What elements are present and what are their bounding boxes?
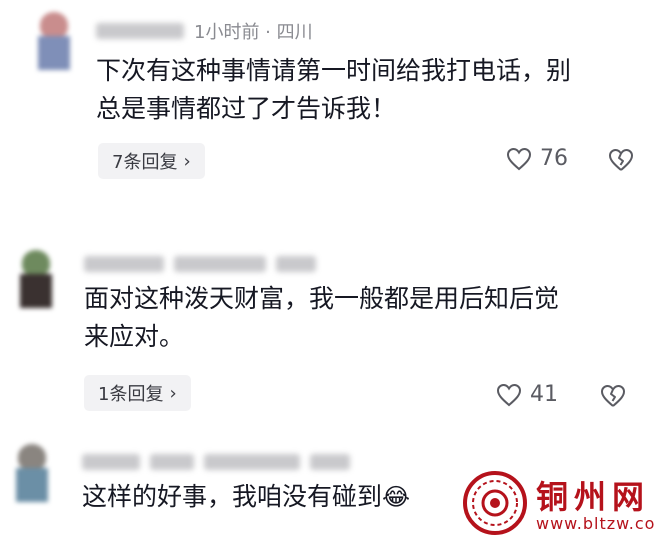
comment-text-line: 总是事情都过了才告诉我！ [96,94,397,123]
watermark-name: 铜州网 [536,478,651,516]
broken-heart-icon [601,385,625,407]
avatar[interactable] [16,250,60,310]
comment-time-location: 1小时前 · 四川 [194,22,313,43]
like-count: 41 [530,382,558,407]
dislike-button[interactable] [600,384,626,412]
username-blurred[interactable] [84,256,164,272]
comment-meta [82,448,360,476]
comment-text: 下次有这种事情请第一时间给我打电话，别 总是事情都过了才告诉我！ [96,52,571,128]
meta-blurred [204,454,300,470]
meta-blurred [174,256,266,272]
view-replies-label: 7条回复 [112,152,178,173]
broken-heart-icon [609,149,633,171]
meta-blurred [150,454,194,470]
comment-text: 面对这种泼天财富，我一般都是用后知后觉 来应对。 [84,280,559,356]
heart-icon [496,383,522,406]
comment-text-line: 来应对。 [84,322,185,351]
chevron-right-icon: › [169,382,177,404]
dislike-button[interactable] [608,148,634,176]
comment-meta: 1小时前 · 四川 [96,17,313,45]
username-blurred[interactable] [82,454,140,470]
comment-text-line: 这样的好事，我咱没有碰到 [82,482,383,511]
emblem-icon [463,471,527,535]
like-button[interactable]: 76 [506,146,568,171]
view-replies-button[interactable]: 7条回复 › [98,143,205,179]
heart-icon [506,147,532,170]
comment-text-line: 下次有这种事情请第一时间给我打电话，别 [96,56,572,85]
comment-item: 1小时前 · 四川 下次有这种事情请第一时间给我打电话，别 总是事情都过了才告诉… [0,0,655,200]
comment-text: 这样的好事，我咱没有碰到😂 [82,478,410,516]
like-button[interactable]: 41 [496,382,558,407]
username-blurred[interactable] [96,23,184,39]
meta-blurred [310,454,350,470]
comment-meta [84,250,326,278]
watermark-url: www.bltzw.com [536,514,655,533]
view-replies-button[interactable]: 1条回复 › [84,375,191,411]
meta-blurred [276,256,316,272]
chevron-right-icon: › [183,150,191,172]
view-replies-label: 1条回复 [98,384,164,405]
laughing-emoji-icon: 😂 [382,483,411,511]
comment-text-line: 面对这种泼天财富，我一般都是用后知后觉 [84,284,560,313]
watermark-logo: 铜州网 www.bltzw.com [460,468,655,538]
avatar[interactable] [12,444,56,504]
avatar[interactable] [34,12,78,72]
like-count: 76 [540,146,568,171]
comment-item: 面对这种泼天财富，我一般都是用后知后觉 来应对。 1条回复 › 41 [0,240,655,420]
